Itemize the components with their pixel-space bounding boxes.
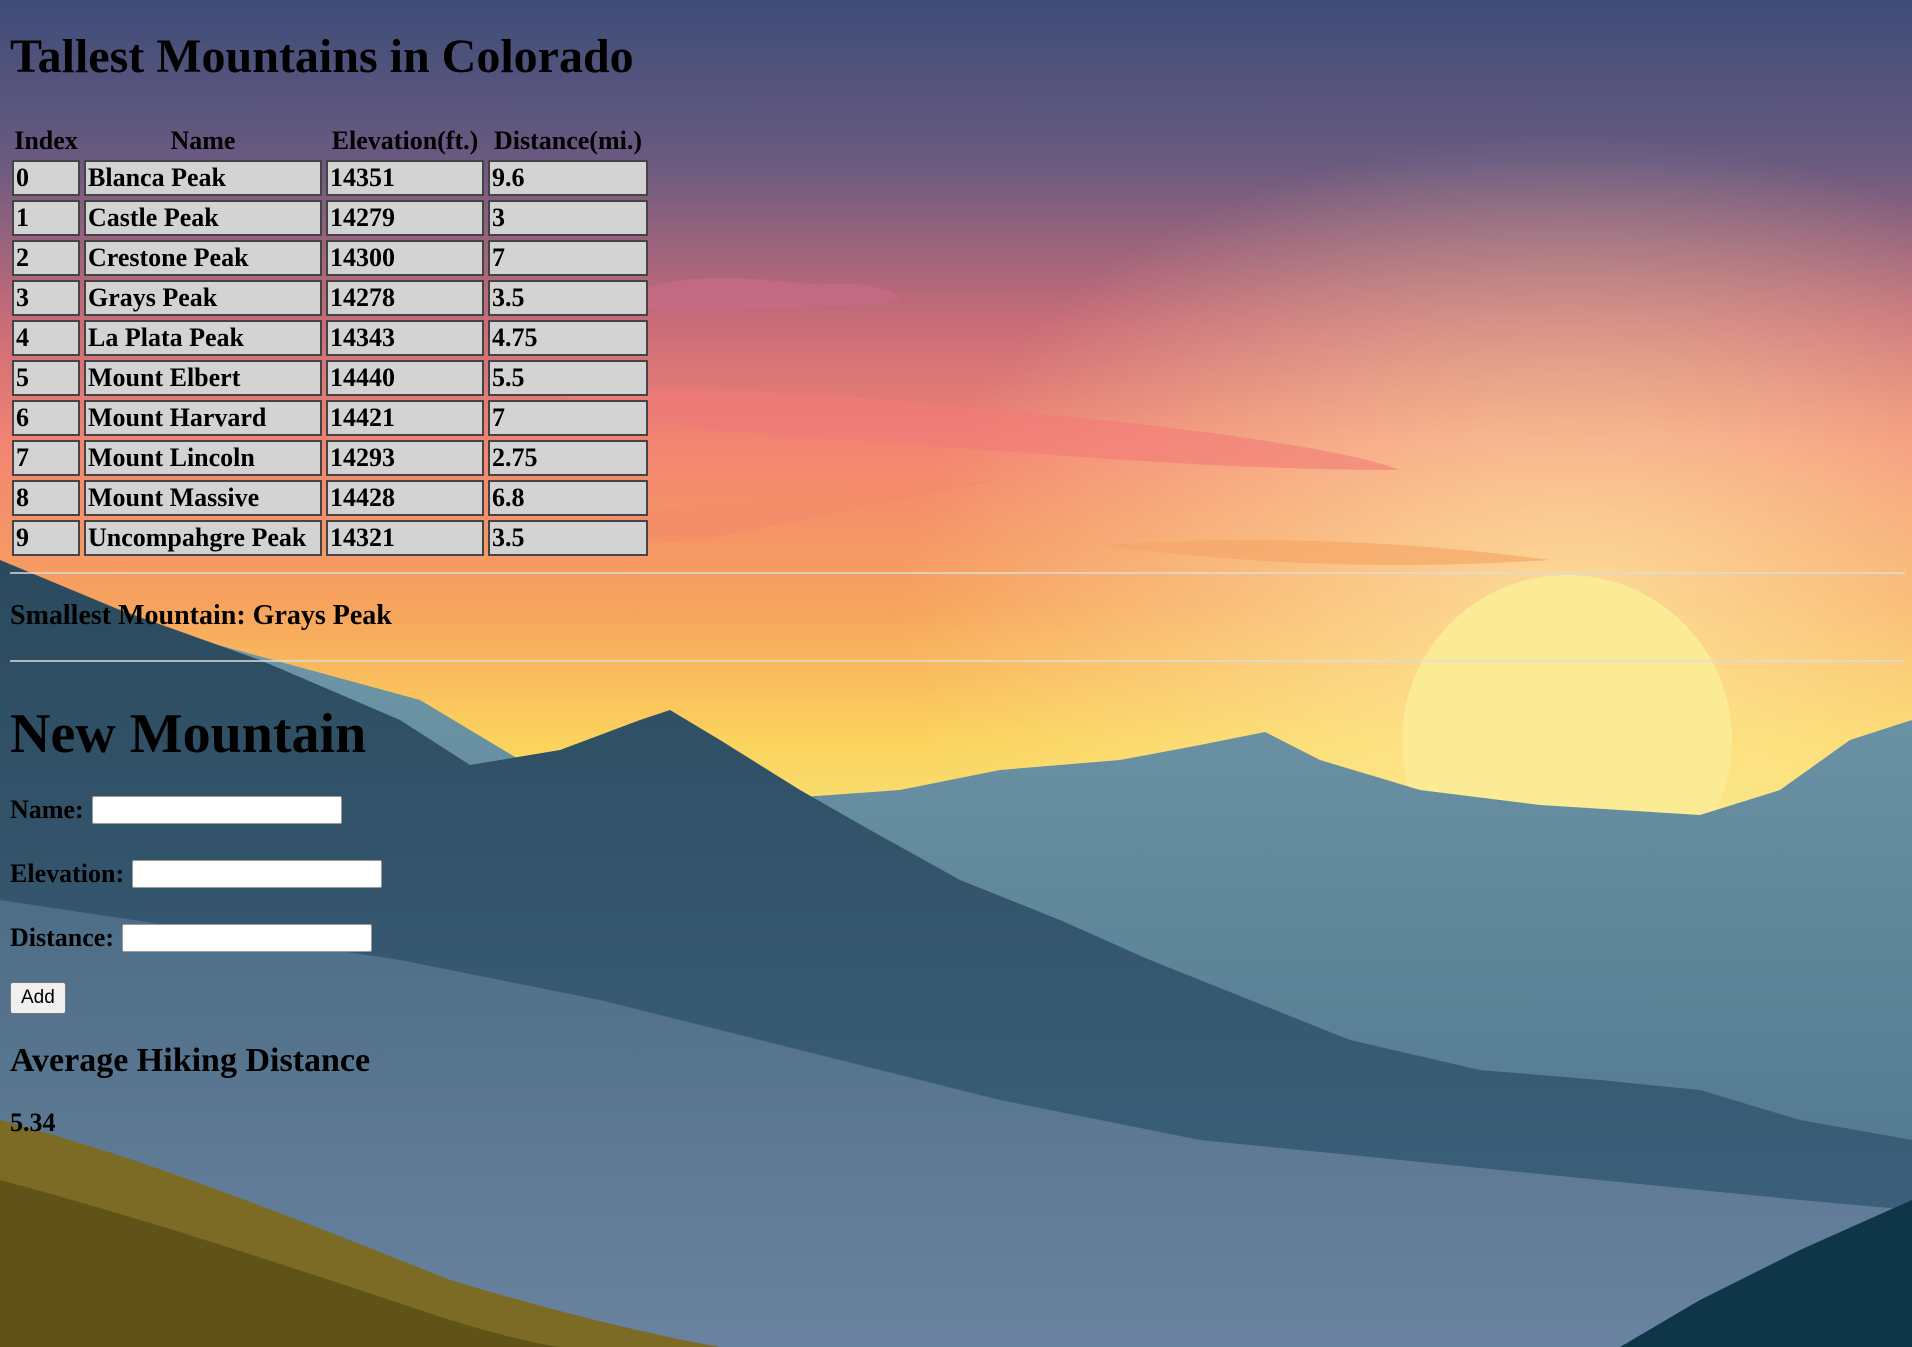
cell-index: 7 [12,440,80,476]
header-elevation: Elevation(ft.) [331,126,479,155]
cell-elevation: 14300 [326,240,484,276]
table-row: 7 Mount Lincoln 14293 2.75 [12,440,648,476]
cell-index: 1 [12,200,80,236]
cell-elevation: 14321 [326,520,484,556]
cell-distance: 7 [488,240,648,276]
mountains-table: Index Name Elevation(ft.) Distance(mi.) … [8,122,652,560]
elevation-field-row: Elevation: [10,856,1905,892]
distance-field-row: Distance: [10,920,1905,956]
page-content: Tallest Mountains in Colorado Index Name… [10,0,1905,1138]
name-label: Name: [10,795,84,824]
table-row: 0 Blanca Peak 14351 9.6 [12,160,648,196]
cell-distance: 6.8 [488,480,648,516]
header-index: Index [14,126,78,155]
cell-index: 9 [12,520,80,556]
cell-distance: 7 [488,400,648,436]
table-row: 8 Mount Massive 14428 6.8 [12,480,648,516]
table-row: 4 La Plata Peak 14343 4.75 [12,320,648,356]
cell-name: La Plata Peak [84,320,322,356]
cell-elevation: 14351 [326,160,484,196]
cell-name: Castle Peak [84,200,322,236]
elevation-label: Elevation: [10,859,125,888]
cell-index: 5 [12,360,80,396]
page-title: Tallest Mountains in Colorado [10,30,634,83]
cell-distance: 5.5 [488,360,648,396]
distance-label: Distance: [10,923,114,952]
cell-name: Crestone Peak [84,240,322,276]
table-row: 5 Mount Elbert 14440 5.5 [12,360,648,396]
elevation-input[interactable] [132,860,383,888]
divider [10,660,1905,662]
cell-distance: 3 [488,200,648,236]
cell-name: Blanca Peak [84,160,322,196]
cell-index: 2 [12,240,80,276]
cell-elevation: 14421 [326,400,484,436]
cell-distance: 9.6 [488,160,648,196]
cell-elevation: 14440 [326,360,484,396]
cell-name: Mount Elbert [84,360,322,396]
header-distance: Distance(mi.) [493,126,642,155]
cell-name: Uncompahgre Peak [84,520,322,556]
table-row: 2 Crestone Peak 14300 7 [12,240,648,276]
cell-distance: 3.5 [488,520,648,556]
table-row: 9 Uncompahgre Peak 14321 3.5 [12,520,648,556]
cell-elevation: 14293 [326,440,484,476]
table-row: 6 Mount Harvard 14421 7 [12,400,648,436]
cell-name: Mount Lincoln [84,440,322,476]
name-field-row: Name: [10,792,1905,828]
cell-distance: 2.75 [488,440,648,476]
cell-elevation: 14343 [326,320,484,356]
cell-name: Mount Massive [84,480,322,516]
table-row: 3 Grays Peak 14278 3.5 [12,280,648,316]
add-button[interactable]: Add [10,982,66,1014]
cell-elevation: 14278 [326,280,484,316]
table-header-row: Index Name Elevation(ft.) Distance(mi.) [12,126,648,156]
cell-index: 0 [12,160,80,196]
cell-distance: 4.75 [488,320,648,356]
table-row: 1 Castle Peak 14279 3 [12,200,648,236]
cell-name: Grays Peak [84,280,322,316]
average-hiking-distance-value: 5.34 [10,1108,56,1137]
cell-elevation: 14279 [326,200,484,236]
divider [10,572,1905,574]
name-input[interactable] [91,796,342,824]
cell-distance: 3.5 [488,280,648,316]
header-name: Name [170,126,236,155]
cell-index: 3 [12,280,80,316]
cell-elevation: 14428 [326,480,484,516]
cell-index: 4 [12,320,80,356]
average-hiking-distance-heading: Average Hiking Distance [10,1042,371,1079]
new-mountain-heading: New Mountain [10,703,367,765]
distance-input[interactable] [121,924,372,952]
cell-index: 6 [12,400,80,436]
cell-index: 8 [12,480,80,516]
smallest-mountain-text: Smallest Mountain: Grays Peak [10,600,392,631]
cell-name: Mount Harvard [84,400,322,436]
